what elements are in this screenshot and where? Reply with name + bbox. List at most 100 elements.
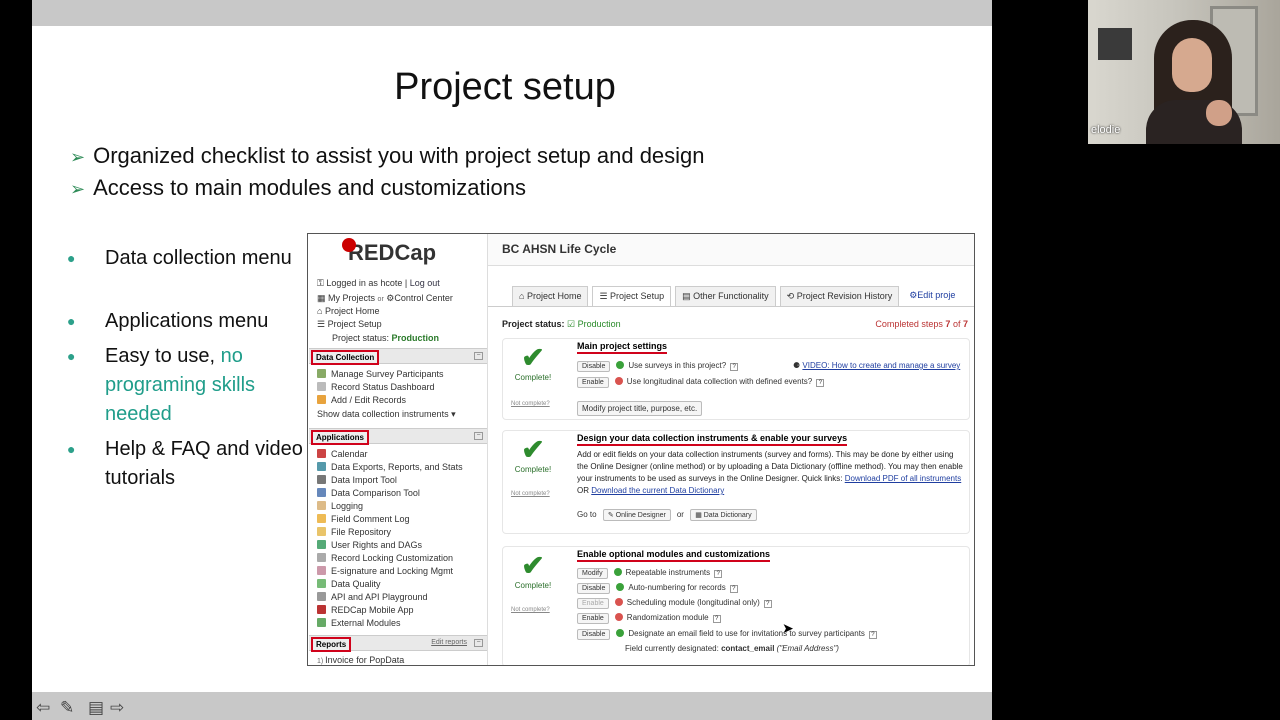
online-designer-button[interactable]: ✎ Online Designer (602, 509, 671, 521)
tab-revision-history[interactable]: ⟲ Project Revision History (779, 286, 900, 306)
modify-project-button[interactable]: Modify project title, purpose, etc. (577, 401, 703, 416)
module-row: Disable Designate an email field to use f… (577, 629, 877, 640)
project-tabs: ⌂ Project Home ☰ Project Setup ▤ Other F… (512, 286, 965, 306)
sidebar-item-api[interactable]: API and API Playground (317, 592, 428, 602)
sidebar-item-record-locking[interactable]: Record Locking Customization (317, 553, 453, 563)
prev-slide-icon[interactable]: ⇦ (36, 698, 50, 718)
import-icon (317, 475, 326, 484)
reports-section-header[interactable]: Reports Edit reports − (309, 635, 487, 652)
list-icon: ☰ (317, 319, 328, 329)
pen-tool-icon[interactable]: ✎ (60, 698, 74, 718)
lock-icon (317, 553, 326, 562)
projects-icon: ▦ (317, 293, 329, 303)
menu-icon[interactable]: ▤ (88, 698, 104, 718)
arrow-bullet-icon: ➢ (70, 147, 86, 167)
module-row: Disable Auto-numbering for records? (577, 583, 738, 594)
help-icon[interactable]: ? (868, 631, 877, 639)
left-black-margin (0, 0, 32, 720)
log-out-link[interactable]: Log out (410, 278, 440, 288)
data-dictionary-button[interactable]: ▦ Data Dictionary (690, 509, 757, 521)
download-pdf-link[interactable]: Download PDF of all instruments (845, 474, 962, 483)
download-dictionary-link[interactable]: Download the current Data Dictionary (591, 486, 724, 495)
disable-button[interactable]: Disable (577, 629, 611, 640)
mobile-icon (317, 605, 326, 614)
tab-project-home[interactable]: ⌂ Project Home (512, 286, 589, 306)
project-setup-link[interactable]: ☰ Project Setup (317, 319, 382, 330)
not-complete-link[interactable]: Not complete? (511, 401, 550, 407)
enabled-icon (616, 629, 625, 637)
sidebar-item-record-status[interactable]: Record Status Dashboard (317, 382, 435, 392)
next-slide-icon[interactable]: ⇨ (110, 698, 124, 718)
logging-icon (317, 501, 326, 510)
control-center-link[interactable]: Control Center (394, 293, 453, 303)
card-title: Main project settings (577, 341, 668, 354)
sidebar-item-mobile-app[interactable]: REDCap Mobile App (317, 605, 414, 615)
enable-button[interactable]: Enable (577, 377, 609, 388)
collapse-icon[interactable]: − (474, 639, 483, 647)
disable-button[interactable]: Disable (577, 361, 611, 372)
help-icon[interactable]: ? (729, 585, 738, 593)
viewer-bottom-bar (32, 692, 992, 720)
help-icon[interactable]: ? (714, 570, 723, 578)
tab-project-setup[interactable]: ☰ Project Setup (592, 286, 672, 306)
sidebar-item-user-rights[interactable]: User Rights and DAGs (317, 540, 422, 550)
enable-button[interactable]: Enable (577, 613, 609, 624)
help-icon[interactable]: ? (816, 379, 825, 387)
sidebar-item-data-exports[interactable]: Data Exports, Reports, and Stats (317, 462, 463, 472)
show-instruments-link[interactable]: Show data collection instruments ▾ (317, 409, 456, 420)
help-icon[interactable]: ? (712, 615, 721, 623)
not-complete-link[interactable]: Not complete? (511, 607, 550, 613)
enabled-icon (616, 361, 625, 369)
video-link[interactable]: ⚈ VIDEO: How to create and manage a surv… (793, 361, 960, 370)
complete-check: ✔ Complete! (514, 550, 552, 591)
tab-edit-project[interactable]: ⚙Edit proje (903, 286, 962, 306)
card-description: Add or edit fields on your data collecti… (577, 450, 963, 495)
sidebar-item-report[interactable]: 1) Invoice for PopData (317, 655, 404, 665)
sidebar-item-data-quality[interactable]: Data Quality (317, 579, 381, 589)
sidebar-item-file-repository[interactable]: File Repository (317, 527, 391, 537)
card-optional-modules: ✔ Complete! Not complete? Enable optional… (502, 546, 970, 665)
check-icon: ☑ (567, 319, 576, 329)
dashboard-icon (317, 382, 326, 391)
sidebar-item-calendar[interactable]: Calendar (317, 449, 368, 459)
goto-row: Go to ✎ Online Designer or ▦ Data Diction… (577, 509, 763, 521)
sidebar-item-data-import[interactable]: Data Import Tool (317, 475, 397, 485)
help-icon[interactable]: ? (763, 600, 772, 608)
module-row: Enable Scheduling module (longitudinal on… (577, 598, 772, 609)
enabled-icon (613, 568, 622, 576)
sidebar-item-esignature[interactable]: E-signature and Locking Mgmt (317, 566, 453, 576)
applications-section-header[interactable]: Applications − (309, 428, 487, 445)
collapse-icon[interactable]: − (474, 352, 483, 360)
sidebar-item-survey-participants[interactable]: Manage Survey Participants (317, 369, 444, 379)
presenter-face (1172, 38, 1212, 92)
complete-check: ✔ Complete! (514, 434, 552, 475)
checkmark-icon: ✔ (521, 550, 545, 581)
sidebar-item-logging[interactable]: Logging (317, 501, 363, 511)
card-title: Enable optional modules and customizatio… (577, 549, 771, 562)
modify-button[interactable]: Modify (577, 568, 608, 579)
sidebar-project-status: Project status: Production (332, 333, 440, 343)
disabled-icon (614, 598, 623, 606)
designer-icon: ✎ (607, 512, 616, 519)
tab-other-functionality[interactable]: ▤ Other Functionality (675, 286, 776, 306)
project-home-link[interactable]: ⌂ Project Home (317, 306, 379, 316)
redcap-logo: REDCap (342, 238, 436, 266)
quality-icon (317, 579, 326, 588)
enable-button[interactable]: Enable (577, 598, 609, 609)
disable-button[interactable]: Disable (577, 583, 611, 594)
edit-reports-link[interactable]: Edit reports (431, 639, 467, 646)
sidebar-item-field-comment-log[interactable]: Field Comment Log (317, 514, 410, 524)
slide: Project setup ➢ Organized checklist to as… (32, 26, 992, 692)
help-icon[interactable]: ? (730, 363, 739, 371)
document-icon: ▤ (682, 291, 694, 301)
module-row: Enable Randomization module? (577, 613, 721, 624)
collapse-icon[interactable]: − (474, 432, 483, 440)
sidebar-item-data-comparison[interactable]: Data Comparison Tool (317, 488, 420, 498)
home-icon: ⌂ (519, 291, 527, 301)
my-projects-link[interactable]: My Projects (328, 293, 375, 303)
not-complete-link[interactable]: Not complete? (511, 491, 550, 497)
data-collection-section-header[interactable]: Data Collection − (309, 348, 487, 365)
sidebar-item-external-modules[interactable]: External Modules (317, 618, 401, 628)
arrow-bullet-icon: ➢ (70, 179, 86, 199)
sidebar-item-add-edit-records[interactable]: Add / Edit Records (317, 395, 406, 405)
